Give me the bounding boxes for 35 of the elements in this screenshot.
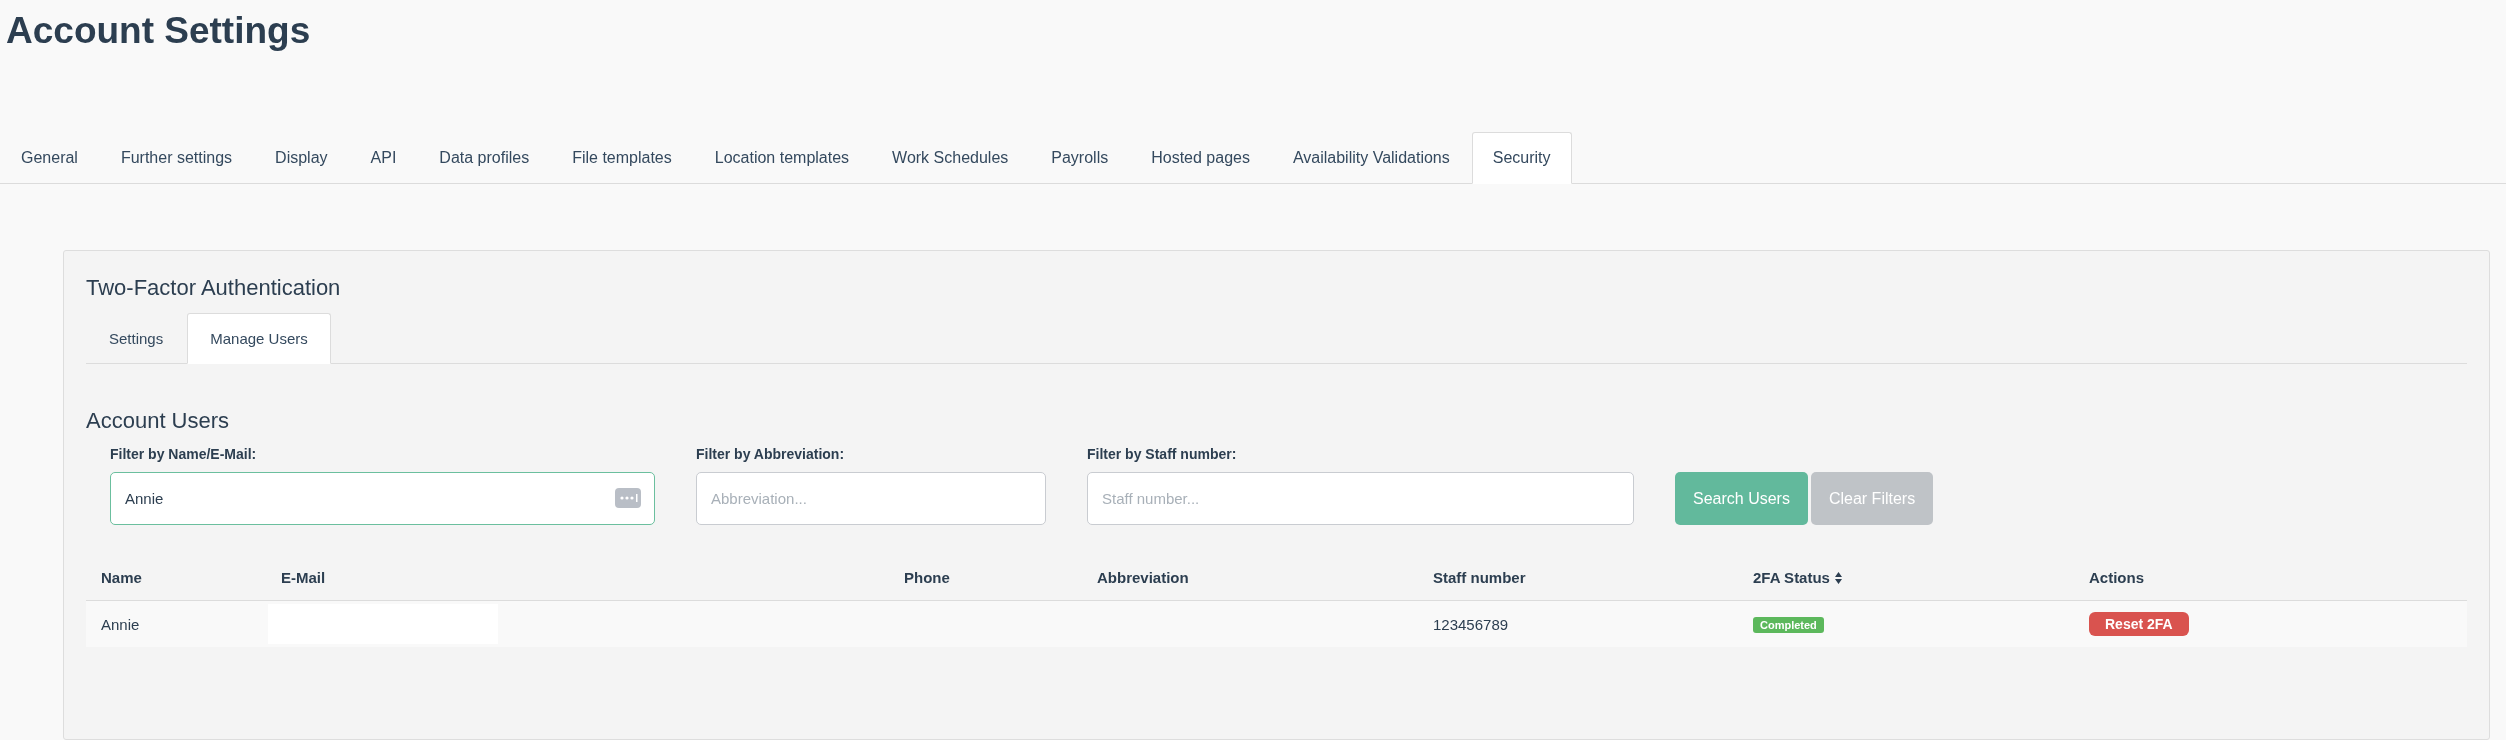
column-header: Phone bbox=[904, 569, 950, 586]
status-badge: Completed bbox=[1753, 617, 1824, 633]
page-tab[interactable]: Work Schedules bbox=[871, 132, 1030, 184]
page-tab[interactable]: API bbox=[349, 132, 418, 184]
sub-tab[interactable]: Manage Users bbox=[187, 313, 331, 364]
filter-label: Filter by Name/E-Mail: bbox=[110, 446, 258, 462]
page-tab[interactable]: Security bbox=[1471, 132, 1572, 184]
page-tab[interactable]: Display bbox=[254, 132, 349, 184]
page-tab[interactable]: Location templates bbox=[693, 132, 871, 184]
column-header: Staff number bbox=[1433, 569, 1526, 586]
page-tab[interactable]: Availability Validations bbox=[1271, 132, 1471, 184]
panel-title: Two-Factor Authentication bbox=[86, 275, 342, 301]
column-header: Abbreviation bbox=[1097, 569, 1189, 586]
filter-field[interactable]: Abbreviation... bbox=[696, 472, 1046, 525]
filter-field[interactable]: Staff number... bbox=[1087, 472, 1634, 525]
column-header: E-Mail bbox=[281, 569, 326, 586]
column-header: 2FA Status bbox=[1753, 569, 1830, 586]
column-header: Name bbox=[101, 569, 142, 586]
column-header: Actions bbox=[2089, 569, 2144, 586]
filter-label: Filter by Abbreviation: bbox=[696, 446, 846, 462]
sub-tab[interactable]: Settings bbox=[86, 313, 187, 364]
page-title: Account Settings bbox=[6, 9, 312, 53]
table-cell-text: Annie bbox=[100, 615, 141, 633]
page-tab[interactable]: Data profiles bbox=[418, 132, 551, 184]
page-tab[interactable]: Hosted pages bbox=[1130, 132, 1271, 184]
page-tab[interactable]: General bbox=[0, 132, 99, 184]
filter-field[interactable]: Annie bbox=[110, 472, 655, 525]
page-tab[interactable]: Payrolls bbox=[1030, 132, 1130, 184]
page-tab[interactable]: File templates bbox=[551, 132, 693, 184]
section-title: Account Users bbox=[86, 408, 231, 434]
reset-button[interactable]: Reset 2FA bbox=[2089, 612, 2189, 636]
page-tab[interactable]: Further settings bbox=[99, 132, 254, 184]
sort-icon[interactable] bbox=[1833, 570, 1843, 585]
filter-label: Filter by Staff number: bbox=[1087, 446, 1238, 462]
table-cell-text: 123456789 bbox=[1432, 615, 1510, 633]
